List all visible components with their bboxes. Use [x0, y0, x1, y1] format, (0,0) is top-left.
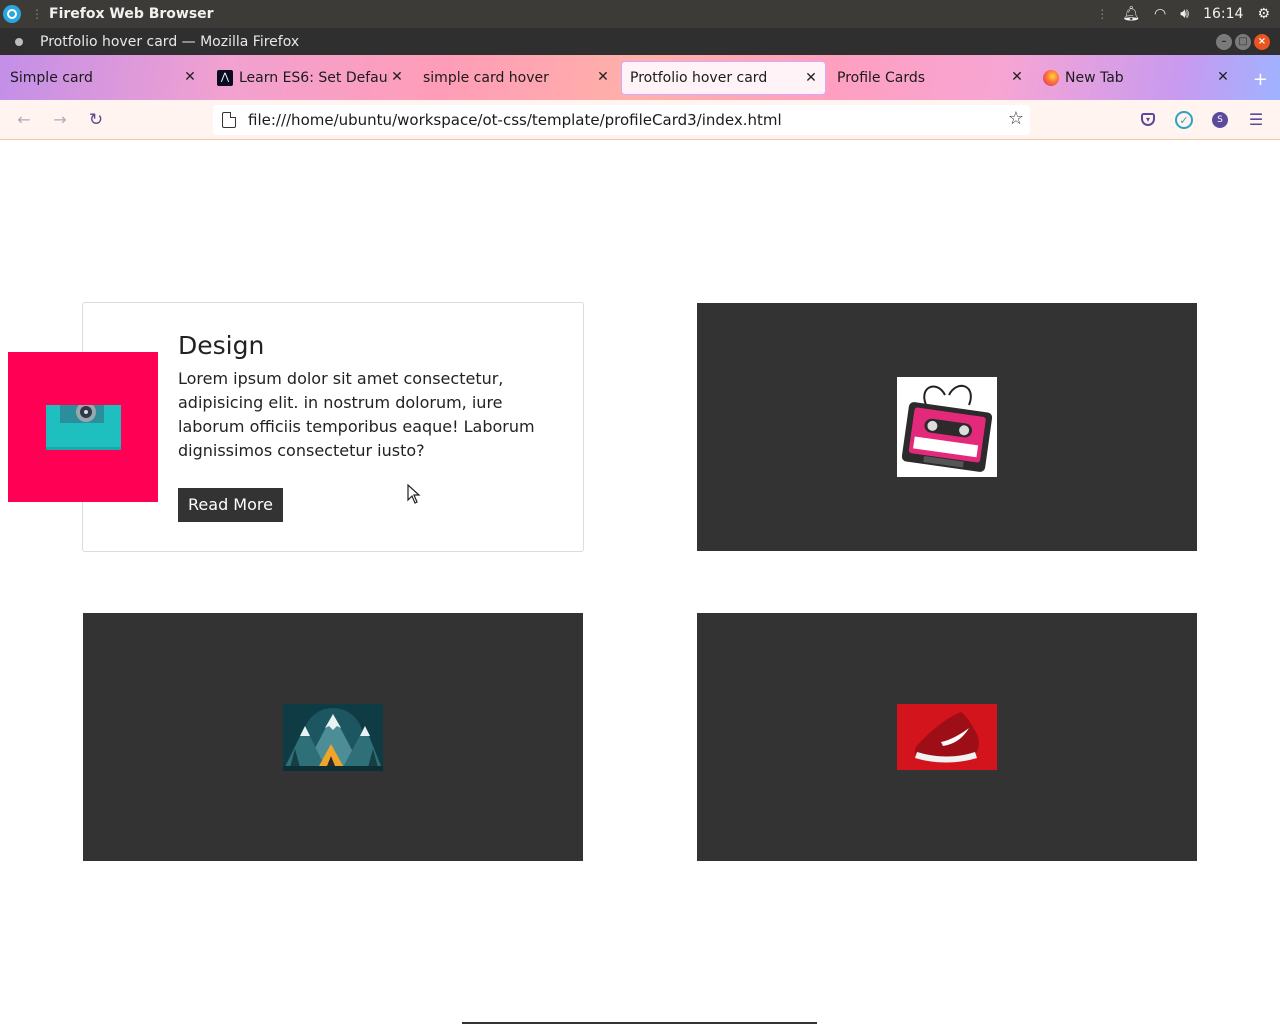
- tab-close-icon[interactable]: ✕: [1009, 69, 1025, 85]
- navigation-toolbar: ← → ↻ file:///home/ubuntu/workspace/ot-c…: [0, 100, 1280, 140]
- wifi-icon[interactable]: ◠: [1154, 6, 1166, 22]
- portfolio-card-camping[interactable]: [83, 613, 583, 861]
- tab-close-icon[interactable]: ✕: [389, 69, 405, 85]
- forward-arrow-icon[interactable]: →: [50, 110, 70, 130]
- tab-label: New Tab: [1065, 70, 1124, 86]
- maximize-icon[interactable]: □: [1235, 34, 1251, 50]
- new-tab-plus-icon[interactable]: +: [1253, 69, 1268, 90]
- window-title: Protfolio hover card — Mozilla Firefox: [40, 33, 300, 50]
- portfolio-card-sneaker[interactable]: [697, 613, 1197, 861]
- reload-icon[interactable]: ↻: [86, 110, 106, 130]
- tab-close-icon[interactable]: ✕: [182, 69, 198, 85]
- red-sneaker-image: [897, 704, 997, 770]
- tab-profile-cards[interactable]: Profile Cards ✕: [827, 61, 1031, 95]
- window-controls: – □ ×: [1216, 34, 1270, 50]
- card-title: Design: [178, 331, 265, 360]
- active-app-name[interactable]: Firefox Web Browser: [49, 6, 214, 22]
- tab-strip: Simple card ✕ ⋀ Learn ES6: Set Default ✕…: [0, 55, 1280, 100]
- account-avatar-icon[interactable]: S: [1212, 112, 1228, 128]
- close-window-icon[interactable]: ×: [1254, 34, 1270, 50]
- system-tray: ⋮ 🔔︎ ◠ 🔊︎ 16:14 ⚙: [1096, 0, 1270, 28]
- turntable-image: [46, 405, 121, 450]
- url-bar[interactable]: file:///home/ubuntu/workspace/ot-css/tem…: [213, 105, 1030, 135]
- tab-label: simple card hover: [423, 70, 549, 86]
- hamburger-menu-icon[interactable]: ☰: [1246, 110, 1266, 130]
- cassette-tape-image: [897, 377, 997, 477]
- tab-close-icon[interactable]: ✕: [1215, 69, 1231, 85]
- tab-label: Simple card: [10, 70, 93, 86]
- tab-simple-card[interactable]: Simple card ✕: [0, 61, 204, 95]
- sync-check-icon[interactable]: ✓: [1175, 111, 1193, 129]
- tab-close-icon[interactable]: ✕: [803, 70, 819, 86]
- tab-label: Protfolio hover card: [630, 70, 768, 86]
- tray-separator-icon: ⋮: [1096, 7, 1109, 21]
- tab-label: Profile Cards: [837, 70, 926, 86]
- tab-protfolio-hover-card[interactable]: Protfolio hover card ✕: [621, 61, 826, 95]
- back-arrow-icon[interactable]: ←: [14, 110, 34, 130]
- page-content: Design Lorem ipsum dolor sit amet consec…: [0, 141, 1280, 1024]
- card-image-box: [8, 352, 158, 502]
- tab-learn-es6[interactable]: ⋀ Learn ES6: Set Default ✕: [207, 61, 411, 95]
- firefox-favicon-icon: [1043, 70, 1059, 86]
- freecodecamp-favicon-icon: ⋀: [217, 70, 233, 86]
- drag-handle-icon: ⋮: [31, 7, 43, 21]
- card-description: Lorem ipsum dolor sit amet consectetur, …: [178, 369, 535, 460]
- page-file-icon: [222, 112, 236, 128]
- tab-label: Learn ES6: Set Default: [239, 70, 389, 86]
- volume-icon[interactable]: 🔊︎: [1180, 6, 1189, 22]
- ubuntu-logo-icon[interactable]: [3, 5, 21, 23]
- window-menu-icon[interactable]: [15, 37, 23, 46]
- minimize-icon[interactable]: –: [1216, 34, 1232, 50]
- window-title-bar: Protfolio hover card — Mozilla Firefox –…: [0, 28, 1280, 55]
- mountain-tent-image: [283, 704, 383, 771]
- url-text[interactable]: file:///home/ubuntu/workspace/ot-css/tem…: [248, 111, 782, 129]
- bookmark-star-icon[interactable]: ☆: [1008, 108, 1024, 129]
- mouse-cursor-icon: [407, 484, 421, 504]
- clock[interactable]: 16:14: [1203, 6, 1243, 22]
- tab-new-tab[interactable]: New Tab ✕: [1033, 61, 1237, 95]
- pocket-icon[interactable]: ▾: [1141, 113, 1155, 126]
- read-more-button[interactable]: Read More: [178, 488, 283, 522]
- tab-simple-card-hover[interactable]: simple card hover ✕: [413, 61, 617, 95]
- notification-bell-icon[interactable]: 🔔︎: [1122, 6, 1140, 22]
- os-top-bar: ⋮ Firefox Web Browser ⋮ 🔔︎ ◠ 🔊︎ 16:14 ⚙: [0, 0, 1280, 28]
- tab-close-icon[interactable]: ✕: [595, 69, 611, 85]
- portfolio-card-cassette[interactable]: [697, 303, 1197, 551]
- settings-gear-icon[interactable]: ⚙: [1257, 6, 1270, 22]
